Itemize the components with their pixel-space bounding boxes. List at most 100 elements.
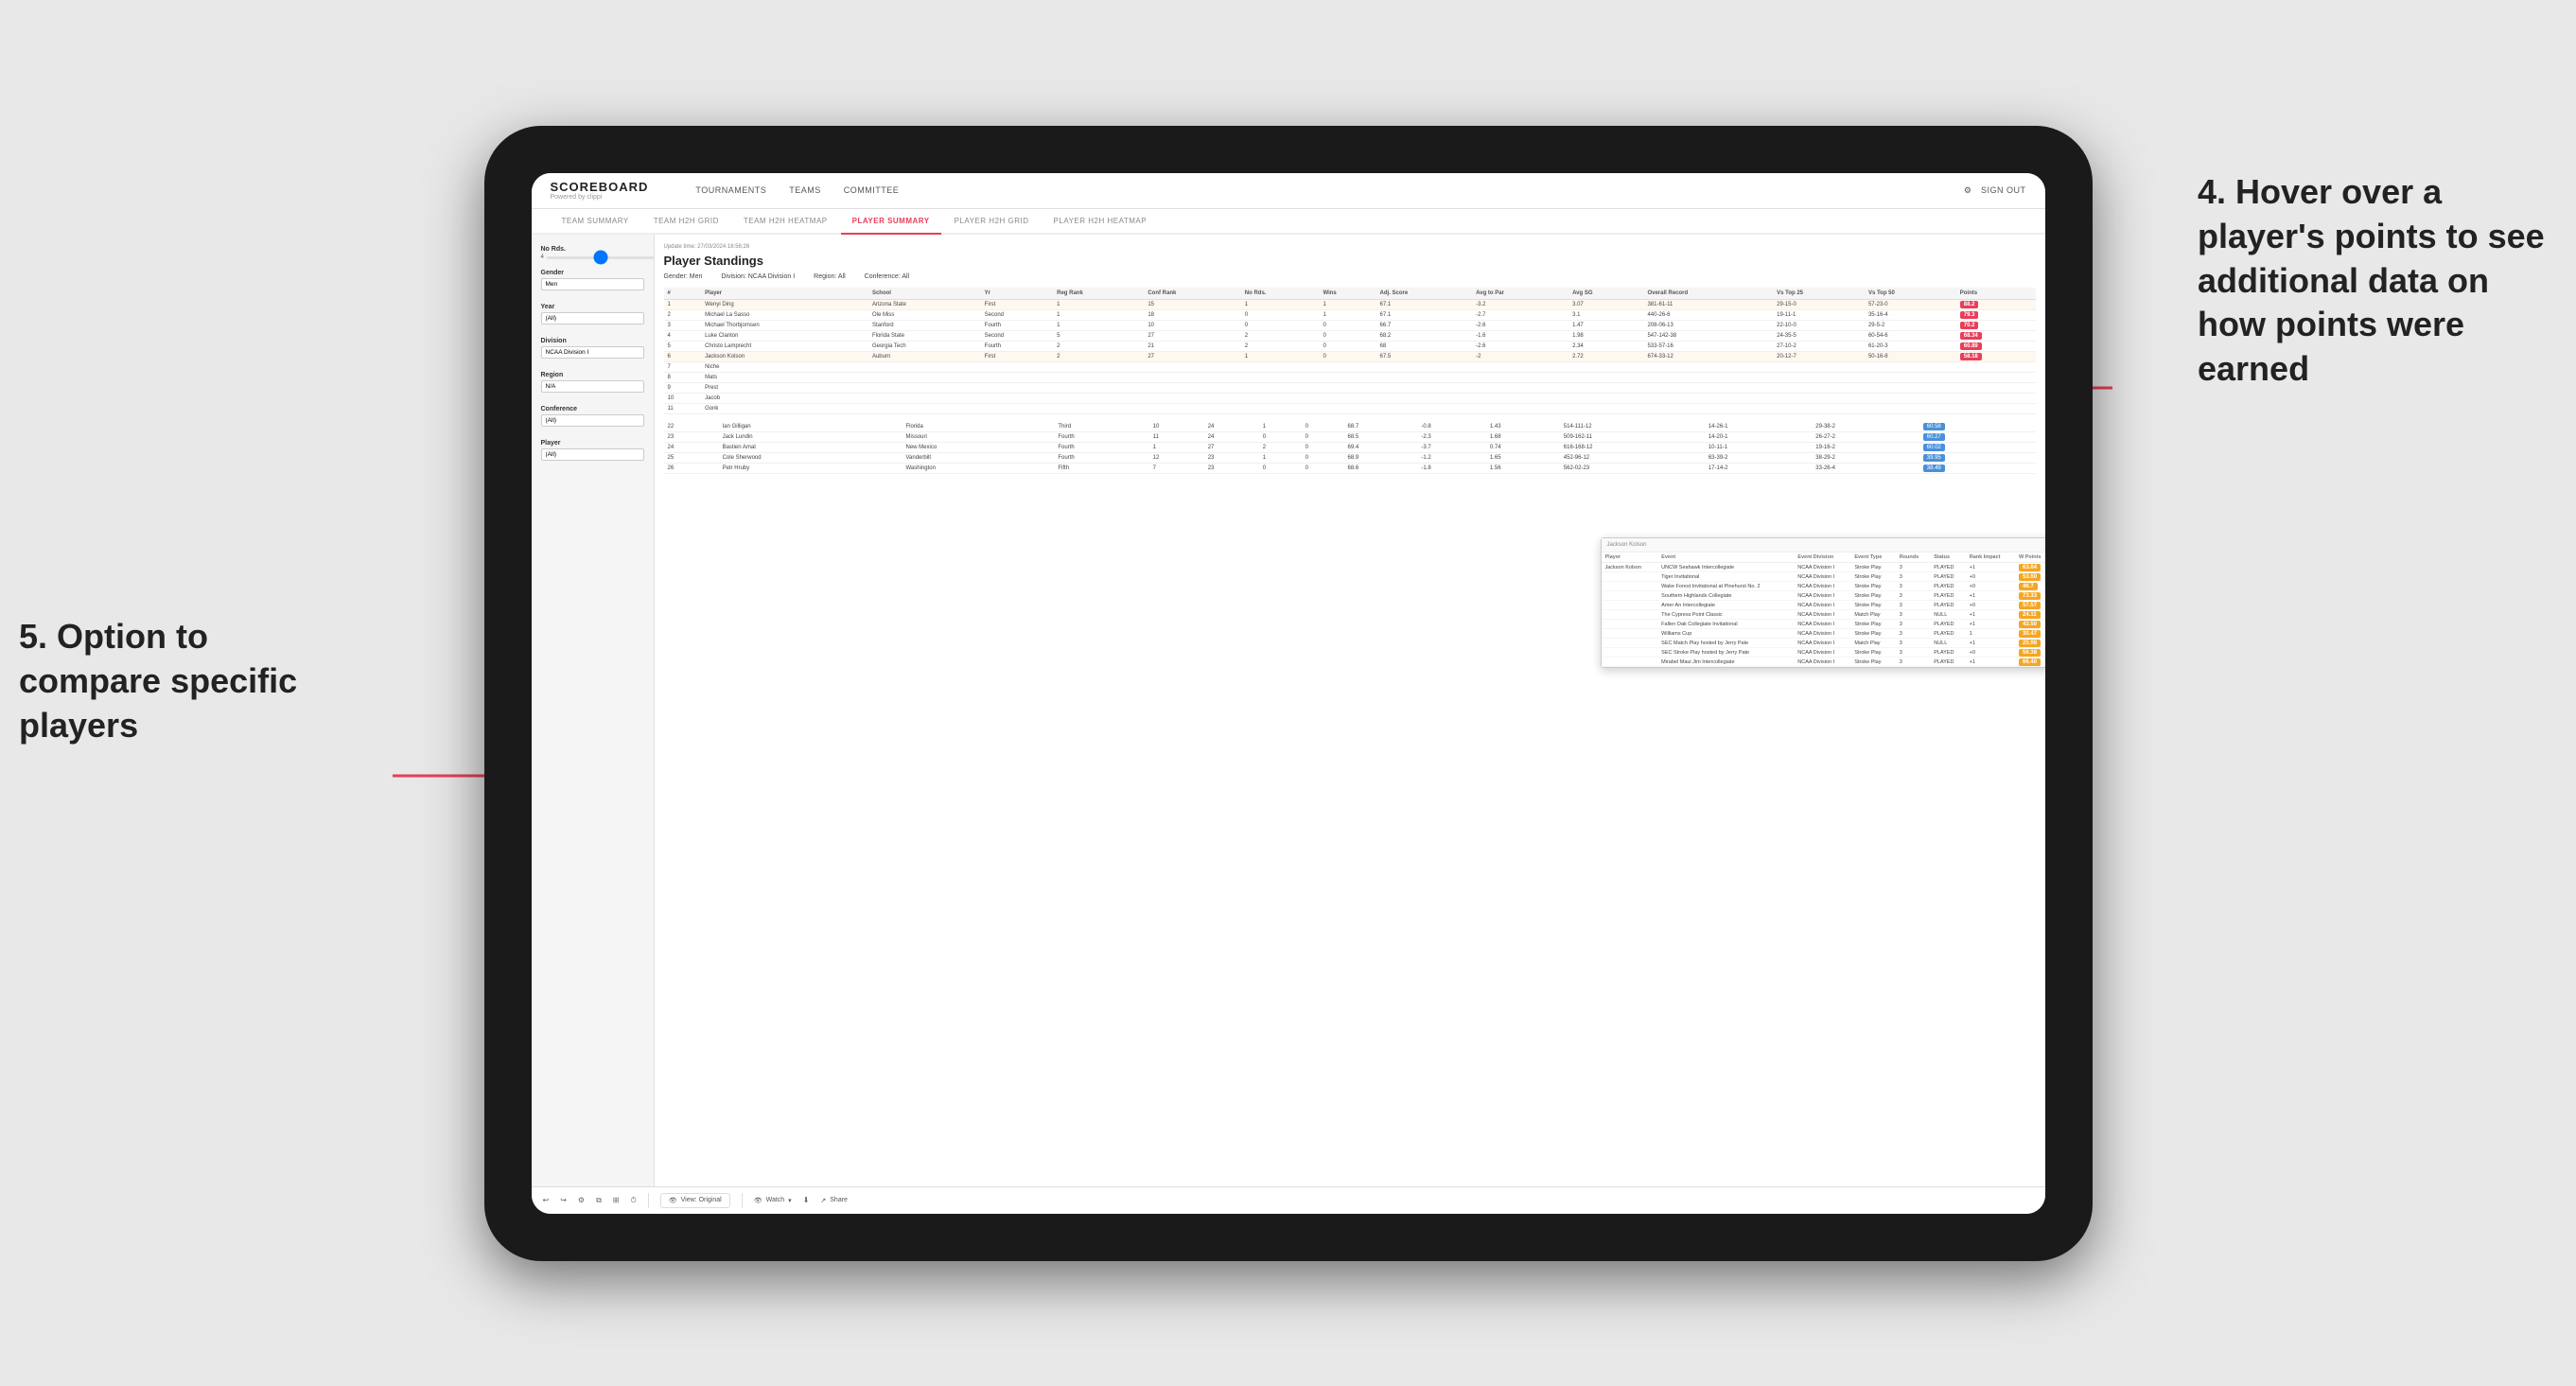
cell-points[interactable]: 38.49 <box>1919 464 2036 474</box>
cell-vs-top50: 33-26-4 <box>1812 464 1919 474</box>
col-adj-score: Adj. Score <box>1376 288 1473 300</box>
player-select[interactable]: (All) <box>541 448 644 461</box>
cell-avg-to-par: -3.2 <box>1472 300 1568 310</box>
cell-points[interactable]: 68.34 <box>1956 331 2036 342</box>
division-select[interactable]: NCAA Division I <box>541 346 644 359</box>
top-navigation: SCOREBOARD Powered by clippi TOURNAMENTS… <box>532 173 2045 210</box>
cell-overall <box>1643 383 1773 394</box>
tab-team-h2h-heatmap[interactable]: TEAM H2H HEATMAP <box>732 209 839 235</box>
cell-vs-top50: 19-16-2 <box>1812 443 1919 453</box>
table-row[interactable]: 1 Wenyi Ding Arizona State First 1 15 1 … <box>664 300 2036 310</box>
cell-points[interactable]: 39.95 <box>1919 453 2036 464</box>
gender-select[interactable]: Men Women <box>541 278 644 290</box>
share-icon: ↗ <box>820 1197 826 1204</box>
settings-button[interactable]: ⚙ <box>578 1196 585 1204</box>
tab-player-h2h-heatmap[interactable]: PLAYER H2H HEATMAP <box>1043 209 1159 235</box>
cell-points[interactable] <box>1956 362 2036 373</box>
tab-team-h2h-grid[interactable]: TEAM H2H GRID <box>642 209 730 235</box>
table-row[interactable]: 6 Jackson Kolson Auburn First 2 27 1 0 6… <box>664 352 2036 362</box>
lower-table-row[interactable]: 26 Petr Hruby Washington Fifth 7 23 0 0 … <box>664 464 2036 474</box>
nav-teams[interactable]: TEAMS <box>789 182 821 199</box>
lower-table-row[interactable]: 25 Cole Sherwood Vanderbilt Fourth 12 23… <box>664 453 2036 464</box>
view-original-button[interactable]: 👁 View: Original <box>660 1193 730 1208</box>
cell-points[interactable]: 79.3 <box>1956 310 2036 321</box>
tab-team-summary[interactable]: TEAM SUMMARY <box>551 209 640 235</box>
cell-vs-top25: 63-39-2 <box>1705 453 1812 464</box>
toolbar-sep-1 <box>648 1193 649 1208</box>
conference-select[interactable]: (All) <box>541 414 644 427</box>
sign-out-link[interactable]: Sign out <box>1981 182 2026 199</box>
popup-cell-division: NCAA Division I <box>1794 639 1850 648</box>
table-row[interactable]: 8 Mats <box>664 373 2036 383</box>
cell-avg-sg: 2.34 <box>1568 342 1643 352</box>
cell-points[interactable] <box>1956 373 2036 383</box>
cell-overall <box>1643 373 1773 383</box>
nav-committee[interactable]: COMMITTEE <box>844 182 900 199</box>
tab-player-summary[interactable]: PLAYER SUMMARY <box>841 209 941 235</box>
undo-button[interactable]: ↩ <box>543 1196 550 1204</box>
cell-points[interactable] <box>1956 394 2036 404</box>
cell-points[interactable]: 60.58 <box>1919 422 2036 432</box>
cell-points[interactable] <box>1956 404 2036 414</box>
tab-player-h2h-grid[interactable]: PLAYER H2H GRID <box>943 209 1041 235</box>
cell-no-rds <box>1241 373 1320 383</box>
cell-points[interactable]: 60.27 <box>1919 432 2036 443</box>
share-button[interactable]: ↗ Share <box>820 1197 848 1204</box>
table-row[interactable]: 2 Michael La Sasso Ole Miss Second 1 18 … <box>664 310 2036 321</box>
year-select[interactable]: (All) <box>541 312 644 325</box>
popup-cell-rounds: 3 <box>1896 629 1931 639</box>
lower-table-row[interactable]: 24 Bastien Amat New Mexico Fourth 1 27 2… <box>664 443 2036 453</box>
cell-player: Prest <box>701 383 868 394</box>
cell-overall: 440-26-6 <box>1643 310 1773 321</box>
cell-overall: 547-142-38 <box>1643 331 1773 342</box>
table-row[interactable]: 3 Michael Thorbjornsen Stanford Fourth 1… <box>664 321 2036 331</box>
cell-points[interactable] <box>1956 383 2036 394</box>
evt-col-rounds: Rounds <box>1896 553 1931 563</box>
sidebar: No Rds. 4 52 Gender Men Women <box>532 235 655 1185</box>
cell-conf-rank: 10 <box>1144 321 1240 331</box>
cell-points[interactable]: 60.02 <box>1919 443 2036 453</box>
cell-reg-rank <box>1053 362 1144 373</box>
popup-cell-rounds: 3 <box>1896 610 1931 620</box>
cell-adj-score <box>1376 383 1473 394</box>
cell-points[interactable]: 60.89 <box>1956 342 2036 352</box>
popup-row: Southern Highlands Collegiate NCAA Divis… <box>1602 591 2045 601</box>
table-row[interactable]: 4 Luke Clanton Florida State Second 5 27… <box>664 331 2036 342</box>
popup-cell-status: PLAYED <box>1930 658 1966 667</box>
no-rds-range[interactable] <box>547 256 655 259</box>
table-row[interactable]: 7 Niche <box>664 362 2036 373</box>
copy-button[interactable]: ⧉ <box>596 1196 602 1205</box>
cell-overall: 514-111-12 <box>1560 422 1705 432</box>
popup-cell-player <box>1602 629 1658 639</box>
cell-avg-sg <box>1568 383 1643 394</box>
cell-points[interactable]: 88.2 <box>1956 300 2036 310</box>
lower-table-row[interactable]: 23 Jack Lundin Missouri Fourth 11 24 0 0… <box>664 432 2036 443</box>
table-row[interactable]: 10 Jacob <box>664 394 2036 404</box>
cell-wins: 0 <box>1319 321 1376 331</box>
clock-button[interactable]: ⏱ <box>631 1196 637 1205</box>
nav-tournaments[interactable]: TOURNAMENTS <box>695 182 766 199</box>
watch-button[interactable]: 👁 Watch ▾ <box>754 1197 792 1204</box>
table-row[interactable]: 11 Gonk <box>664 404 2036 414</box>
lower-table-row[interactable]: 22 Ian Gilligan Florida Third 10 24 1 0 … <box>664 422 2036 432</box>
cell-points[interactable]: 58.18 <box>1956 352 2036 362</box>
redo-button[interactable]: ↪ <box>560 1196 567 1204</box>
cell-vs-top25: 19-11-1 <box>1773 310 1865 321</box>
filter-region: Region: All <box>814 273 845 280</box>
layout-button[interactable]: ⊞ <box>613 1196 620 1204</box>
cell-reg-rank: 12 <box>1149 453 1204 464</box>
table-row[interactable]: 5 Christo Lamprecht Georgia Tech Fourth … <box>664 342 2036 352</box>
cell-points[interactable]: 70.2 <box>1956 321 2036 331</box>
popup-cell-rank: 1 <box>1966 629 2015 639</box>
cell-reg-rank <box>1053 383 1144 394</box>
region-select[interactable]: N/A <box>541 380 644 393</box>
popup-cell-rounds: 3 <box>1896 601 1931 610</box>
download-button[interactable]: ⬇ <box>803 1196 810 1204</box>
popup-cell-rounds: 3 <box>1896 620 1931 629</box>
popup-cell-rounds: 3 <box>1896 648 1931 658</box>
sidebar-player: Player (All) <box>541 440 644 465</box>
cell-school: Georgia Tech <box>868 342 981 352</box>
cell-vs-top25 <box>1773 404 1865 414</box>
table-row[interactable]: 9 Prest <box>664 383 2036 394</box>
player-standings-table: # Player School Yr Reg Rank Conf Rank No… <box>664 288 2036 414</box>
